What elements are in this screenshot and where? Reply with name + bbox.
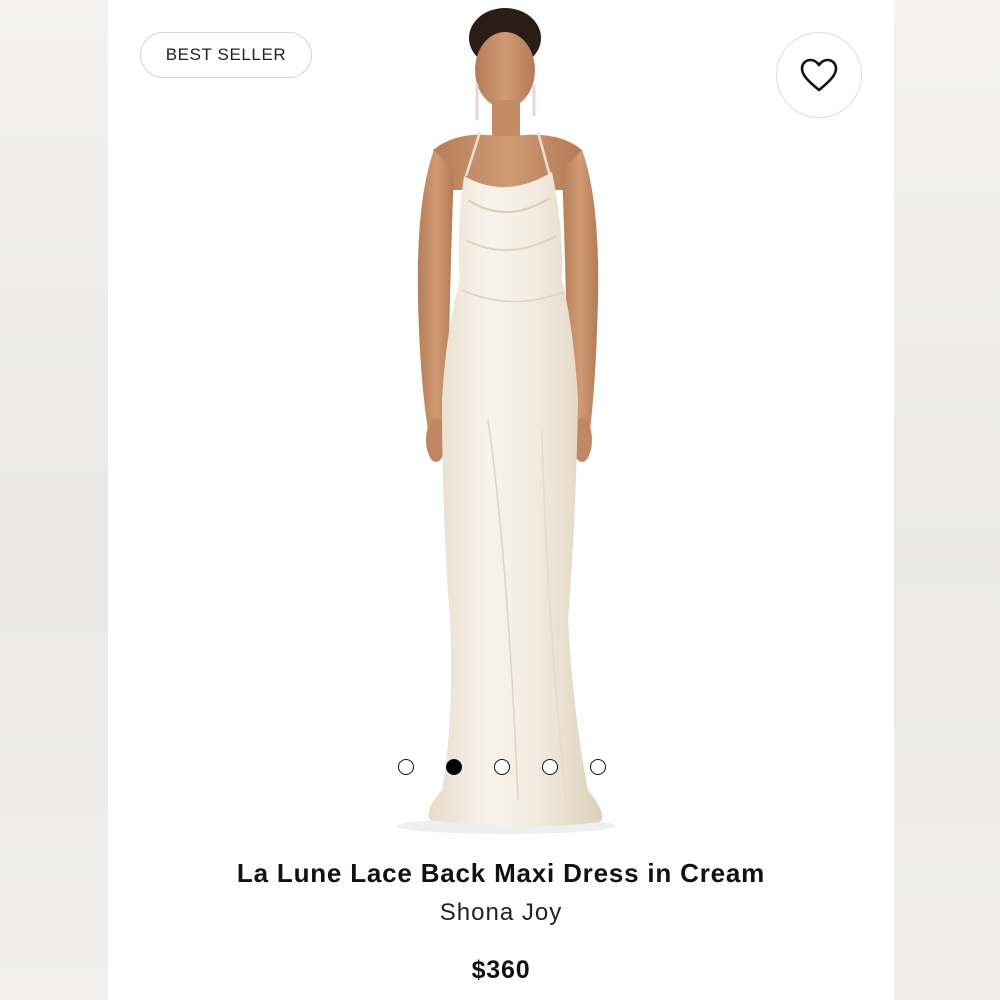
product-card[interactable]: BEST SELLER La Lune Lace Back Maxi Dress… (108, 0, 894, 1000)
backdrop-right (894, 0, 1000, 1000)
favorite-button[interactable] (776, 32, 862, 118)
product-title[interactable]: La Lune Lace Back Maxi Dress in Cream (108, 858, 894, 889)
carousel-dot-2[interactable] (446, 759, 462, 775)
carousel-dot-3[interactable] (494, 759, 510, 775)
carousel-dot-1[interactable] (398, 759, 414, 775)
product-price: $360 (471, 956, 531, 984)
carousel-dot-5[interactable] (590, 759, 606, 775)
best-seller-badge: BEST SELLER (140, 32, 312, 78)
carousel-dot-4[interactable] (542, 759, 558, 775)
carousel-indicators (108, 759, 894, 777)
heart-outline-icon (800, 58, 838, 92)
product-brand[interactable]: Shona Joy (108, 899, 894, 927)
product-image[interactable] (338, 0, 658, 840)
backdrop-left (0, 0, 108, 1000)
